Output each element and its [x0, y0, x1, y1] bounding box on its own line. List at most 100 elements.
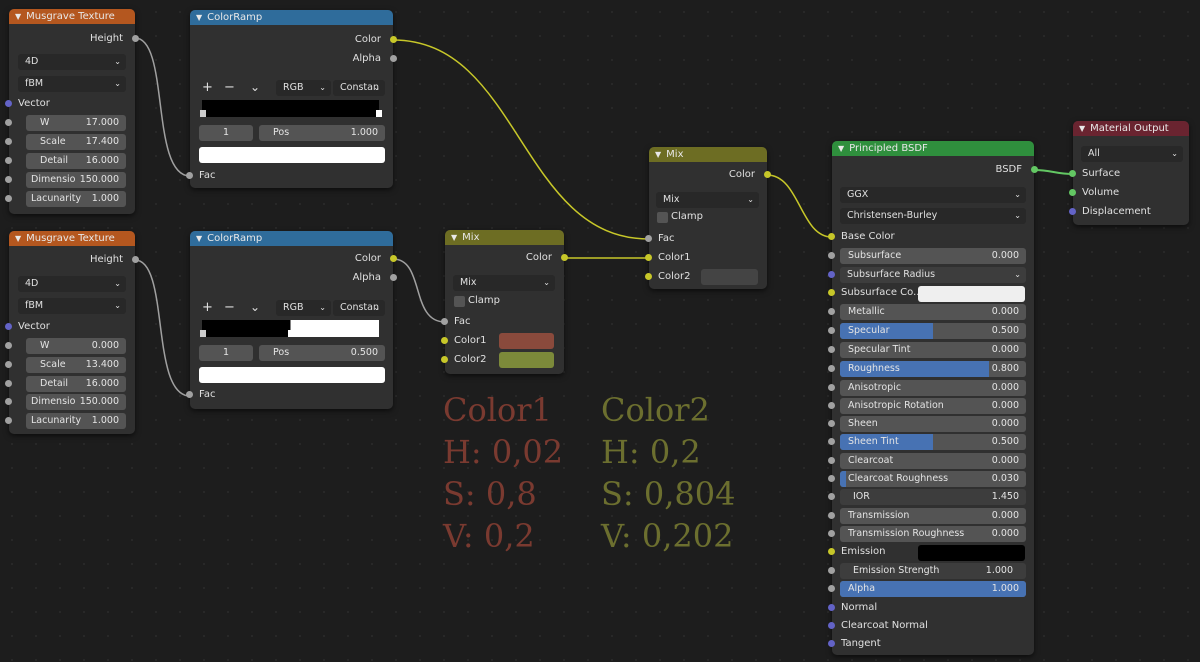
- metallic-field[interactable]: Metallic 0.000: [840, 304, 1026, 320]
- clamp-checkbox[interactable]: [657, 212, 668, 223]
- color-output-socket[interactable]: [390, 36, 397, 43]
- clearcoat-roughness-field[interactable]: Clearcoat Roughness 0.030: [840, 471, 1026, 487]
- specular-field[interactable]: Specular 0.500: [840, 323, 1026, 339]
- collapse-chevron-icon[interactable]: ▼: [15, 9, 21, 24]
- stop-position-field[interactable]: Pos 1.000: [259, 125, 385, 141]
- lacunarity-input-socket[interactable]: [5, 195, 12, 202]
- height-output-socket[interactable]: [132, 35, 139, 42]
- alpha-output-socket[interactable]: [390, 55, 397, 62]
- mix-node-1[interactable]: ▼ Mix Color Mix ⌄ Clamp Fac Color1 Color2: [441, 230, 568, 374]
- alpha-output-socket[interactable]: [390, 274, 397, 281]
- subsurface-socket[interactable]: [828, 252, 835, 259]
- fac-input-socket[interactable]: [441, 318, 448, 325]
- alpha-field[interactable]: Alpha 1.000: [840, 581, 1026, 597]
- musgrave-texture-node-2[interactable]: ▼ Musgrave Texture Height 4D ⌄ fBM ⌄ Vector…: [5, 231, 139, 434]
- anisotropic-socket[interactable]: [828, 384, 835, 391]
- transmission-roughness-field[interactable]: Transmission Roughness 0.000: [840, 526, 1026, 542]
- collapse-chevron-icon[interactable]: ▼: [655, 147, 661, 162]
- color-output-socket[interactable]: [390, 255, 397, 262]
- dimension-field[interactable]: Dimensio 150.000: [26, 394, 126, 410]
- node-header[interactable]: ▼ Musgrave Texture: [9, 9, 135, 24]
- collapse-chevron-icon[interactable]: ▼: [15, 231, 21, 246]
- normal-socket[interactable]: [828, 604, 835, 611]
- clearcoat-field[interactable]: Clearcoat 0.000: [840, 453, 1026, 469]
- dimensions-select[interactable]: 4D ⌄: [18, 54, 126, 70]
- color1-input-socket[interactable]: [441, 337, 448, 344]
- specular-tint-field[interactable]: Specular Tint 0.000: [840, 342, 1026, 358]
- w-input-socket[interactable]: [5, 119, 12, 126]
- distribution-select[interactable]: GGX ⌄: [840, 187, 1026, 203]
- anisotropic-field[interactable]: Anisotropic 0.000: [840, 380, 1026, 396]
- remove-stop-button[interactable]: −: [224, 80, 235, 95]
- subsurface-radius-dropdown[interactable]: Subsurface Radius ⌄: [840, 267, 1026, 283]
- volume-input-socket[interactable]: [1069, 189, 1076, 196]
- mix-node-2[interactable]: ▼ Mix Color Mix ⌄ Clamp Fac Color1 Color2: [645, 147, 771, 289]
- stop-index-field[interactable]: 1: [199, 125, 253, 141]
- node-header[interactable]: ▼ Mix: [445, 230, 564, 245]
- type-select[interactable]: fBM ⌄: [18, 298, 126, 314]
- collapse-chevron-icon[interactable]: ▼: [196, 231, 202, 246]
- color1-input-socket[interactable]: [645, 254, 652, 261]
- clearcoat-normal-socket[interactable]: [828, 622, 835, 629]
- subsurface-field[interactable]: Subsurface 0.000: [840, 248, 1026, 264]
- blend-mode-select[interactable]: Mix ⌄: [656, 192, 759, 208]
- node-header[interactable]: ▼ Musgrave Texture: [9, 231, 135, 246]
- lacunarity-input-socket[interactable]: [5, 417, 12, 424]
- collapse-chevron-icon[interactable]: ▼: [451, 230, 457, 245]
- vector-input-socket[interactable]: [5, 100, 12, 107]
- ramp-menu-chevron-icon[interactable]: ⌄: [250, 300, 260, 314]
- type-select[interactable]: fBM ⌄: [18, 76, 126, 92]
- subsurface-color-swatch[interactable]: [918, 286, 1025, 302]
- emission-color-swatch[interactable]: [918, 545, 1025, 561]
- clearcoat-roughness-socket[interactable]: [828, 475, 835, 482]
- dimension-field[interactable]: Dimensio 150.000: [26, 172, 126, 188]
- color2-input-socket[interactable]: [441, 356, 448, 363]
- detail-input-socket[interactable]: [5, 380, 12, 387]
- color2-input-socket[interactable]: [645, 273, 652, 280]
- ior-field[interactable]: IOR 1.450: [840, 489, 1026, 505]
- blend-mode-select[interactable]: Mix ⌄: [453, 275, 555, 291]
- ramp-stop-marker-0[interactable]: [200, 110, 206, 117]
- color-mode-select[interactable]: RGB ⌄: [276, 80, 331, 96]
- collapse-chevron-icon[interactable]: ▼: [196, 10, 202, 25]
- subsurface-method-select[interactable]: Christensen-Burley ⌄: [840, 208, 1026, 224]
- scale-field[interactable]: Scale 13.400: [26, 357, 126, 373]
- node-header[interactable]: ▼ Mix: [649, 147, 767, 162]
- base-color-input-socket[interactable]: [828, 233, 835, 240]
- render-target-select[interactable]: All ⌄: [1081, 146, 1183, 162]
- fac-input-socket[interactable]: [186, 172, 193, 179]
- alpha-socket[interactable]: [828, 585, 835, 592]
- color2-swatch[interactable]: [499, 352, 554, 368]
- bsdf-output-socket[interactable]: [1031, 166, 1038, 173]
- color2-swatch[interactable]: [701, 269, 758, 285]
- ramp-stop-marker-0[interactable]: [200, 330, 206, 337]
- anisotropic-rotation-field[interactable]: Anisotropic Rotation 0.000: [840, 398, 1026, 414]
- displacement-input-socket[interactable]: [1069, 208, 1076, 215]
- clearcoat-socket[interactable]: [828, 457, 835, 464]
- ramp-menu-chevron-icon[interactable]: ⌄: [250, 80, 260, 94]
- node-header[interactable]: ▼ ColorRamp: [190, 231, 393, 246]
- scale-input-socket[interactable]: [5, 361, 12, 368]
- dimension-input-socket[interactable]: [5, 398, 12, 405]
- stop-position-field[interactable]: Pos 0.500: [259, 345, 385, 361]
- vector-input-socket[interactable]: [5, 323, 12, 330]
- emission-strength-socket[interactable]: [828, 567, 835, 574]
- node-header[interactable]: ▼ ColorRamp: [190, 10, 393, 25]
- dimension-input-socket[interactable]: [5, 176, 12, 183]
- stop-index-field[interactable]: 1: [199, 345, 253, 361]
- ramp-stop-marker-1[interactable]: [288, 330, 294, 337]
- detail-field[interactable]: Detail 16.000: [26, 376, 126, 392]
- interpolation-select[interactable]: Constan ⌄: [333, 300, 385, 316]
- transmission-socket[interactable]: [828, 512, 835, 519]
- ior-socket[interactable]: [828, 493, 835, 500]
- colorramp-node-1[interactable]: ▼ ColorRamp Color Alpha + − ⌄ RGB ⌄ Consta…: [186, 10, 397, 188]
- collapse-chevron-icon[interactable]: ▼: [838, 141, 844, 156]
- scale-field[interactable]: Scale 17.400: [26, 134, 126, 150]
- scale-input-socket[interactable]: [5, 138, 12, 145]
- color-output-socket[interactable]: [764, 171, 771, 178]
- height-output-socket[interactable]: [132, 256, 139, 263]
- stop-color-swatch[interactable]: [199, 147, 385, 163]
- add-stop-button[interactable]: +: [202, 300, 213, 315]
- dimensions-select[interactable]: 4D ⌄: [18, 276, 126, 292]
- subsurface-color-socket[interactable]: [828, 289, 835, 296]
